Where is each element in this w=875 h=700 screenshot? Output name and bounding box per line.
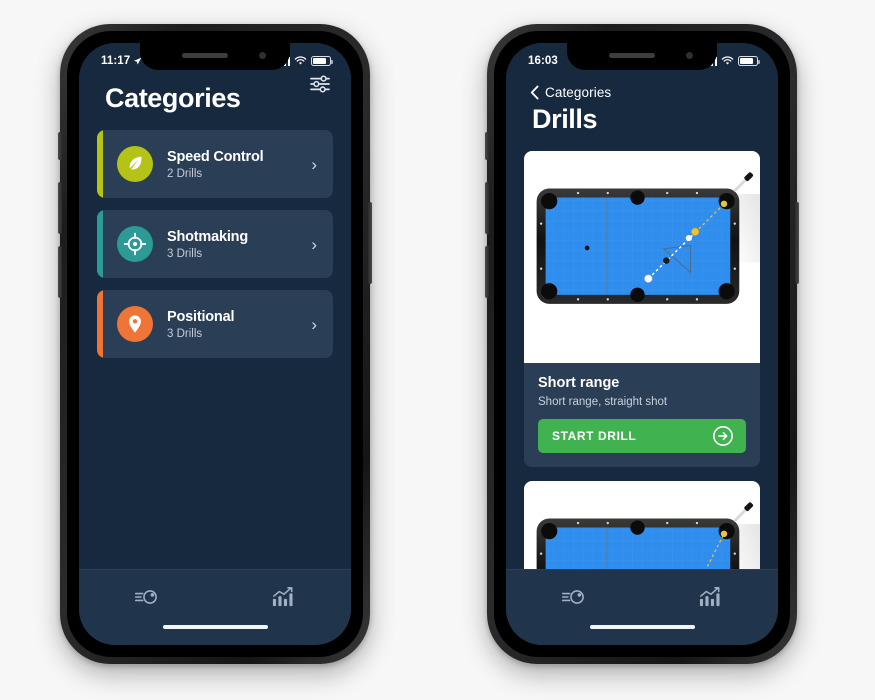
notch [140, 43, 290, 70]
category-drill-count: 3 Drills [167, 248, 203, 261]
wifi-icon [294, 56, 307, 65]
start-drill-button[interactable]: START DRILL [538, 419, 746, 453]
category-item-shotmaking[interactable]: Shotmaking 3 Drills › [97, 210, 333, 278]
earpiece-speaker [609, 53, 655, 58]
app-left: Categories Speed Control 2 Drills › Shot… [79, 43, 351, 645]
tab-drills[interactable] [506, 587, 642, 607]
front-camera [259, 52, 266, 59]
home-indicator-right [506, 623, 778, 645]
phone-bezel: 16:03 Categories Drills Short range Shor… [494, 31, 790, 657]
crosshair-icon [117, 226, 153, 262]
category-name: Speed Control [167, 148, 264, 165]
page-title: Drills [532, 104, 598, 134]
battery-icon [311, 56, 333, 66]
drill-card-short-range[interactable]: Short range Short range, straight shot S… [524, 151, 760, 467]
pool-table-diagram [524, 151, 760, 363]
category-drill-count: 2 Drills [167, 168, 203, 181]
sliders-icon[interactable] [309, 75, 331, 93]
accent-stripe [97, 210, 103, 278]
home-indicator-left [79, 623, 351, 645]
category-item-positional[interactable]: Positional 3 Drills › [97, 290, 333, 358]
bar-chart-trend-icon [699, 586, 720, 606]
status-time: 16:03 [528, 55, 558, 67]
category-text: Speed Control 2 Drills [167, 148, 311, 180]
back-button[interactable]: Categories [530, 85, 756, 100]
wifi-icon [721, 56, 734, 65]
tab-drills[interactable] [79, 587, 215, 607]
power-button[interactable] [795, 202, 799, 284]
category-text: Positional 3 Drills [167, 308, 311, 340]
drill-description: Short range, straight shot [538, 396, 668, 408]
silent-switch[interactable] [58, 132, 62, 160]
phone-left: 11:17 Categories Speed Control 2 Drills … [58, 24, 372, 664]
arrow-right-circle-icon [713, 426, 733, 446]
phone-right: 16:03 Categories Drills Short range Shor… [485, 24, 799, 664]
back-label: Categories [545, 85, 612, 100]
notch [567, 43, 717, 70]
chevron-right-icon: › [311, 234, 317, 254]
category-text: Shotmaking 3 Drills [167, 228, 311, 260]
map-pin-icon [117, 306, 153, 342]
feather-icon [117, 146, 153, 182]
volume-up-button[interactable] [485, 182, 489, 234]
battery-icon [738, 56, 760, 66]
chevron-right-icon: › [311, 314, 317, 334]
earpiece-speaker [182, 53, 228, 58]
tab-bar-left [79, 569, 351, 623]
phone-screen-left: 11:17 Categories Speed Control 2 Drills … [79, 43, 351, 645]
category-item-speed-control[interactable]: Speed Control 2 Drills › [97, 130, 333, 198]
category-list: Speed Control 2 Drills › Shotmaking 3 Dr… [79, 130, 351, 569]
volume-down-button[interactable] [485, 246, 489, 298]
cue-ball-motion-icon [561, 589, 584, 604]
category-name: Shotmaking [167, 228, 248, 245]
tab-bar-right [506, 569, 778, 623]
pool-table-diagram [524, 481, 760, 569]
status-time-group: 11:17 [101, 55, 142, 67]
accent-stripe [97, 130, 103, 198]
category-name: Positional [167, 308, 235, 325]
silent-switch[interactable] [485, 132, 489, 160]
cue-ball-motion-icon [134, 589, 157, 604]
phone-bezel: 11:17 Categories Speed Control 2 Drills … [67, 31, 363, 657]
drill-card-long-range[interactable]: Long range Long range, straight shot STA… [524, 481, 760, 569]
page-title: Categories [105, 83, 241, 113]
status-time-group: 16:03 [528, 55, 558, 67]
chevron-right-icon: › [311, 154, 317, 174]
volume-up-button[interactable] [58, 182, 62, 234]
drill-title: Short range [538, 375, 620, 391]
drill-list: Short range Short range, straight shot S… [506, 151, 778, 569]
accent-stripe [97, 290, 103, 358]
category-drill-count: 3 Drills [167, 328, 203, 341]
app-right: Categories Drills Short range Short rang… [506, 43, 778, 645]
phone-screen-right: 16:03 Categories Drills Short range Shor… [506, 43, 778, 645]
chevron-left-icon [530, 85, 539, 100]
tab-stats[interactable] [642, 586, 778, 608]
start-drill-label: START DRILL [552, 429, 637, 443]
bar-chart-trend-icon [272, 586, 293, 606]
tab-stats[interactable] [215, 586, 351, 608]
power-button[interactable] [368, 202, 372, 284]
volume-down-button[interactable] [58, 246, 62, 298]
status-time: 11:17 [101, 55, 131, 67]
front-camera [686, 52, 693, 59]
screenshot-stage: 11:17 Categories Speed Control 2 Drills … [0, 0, 875, 700]
drill-info: Short range Short range, straight shot S… [524, 363, 760, 467]
